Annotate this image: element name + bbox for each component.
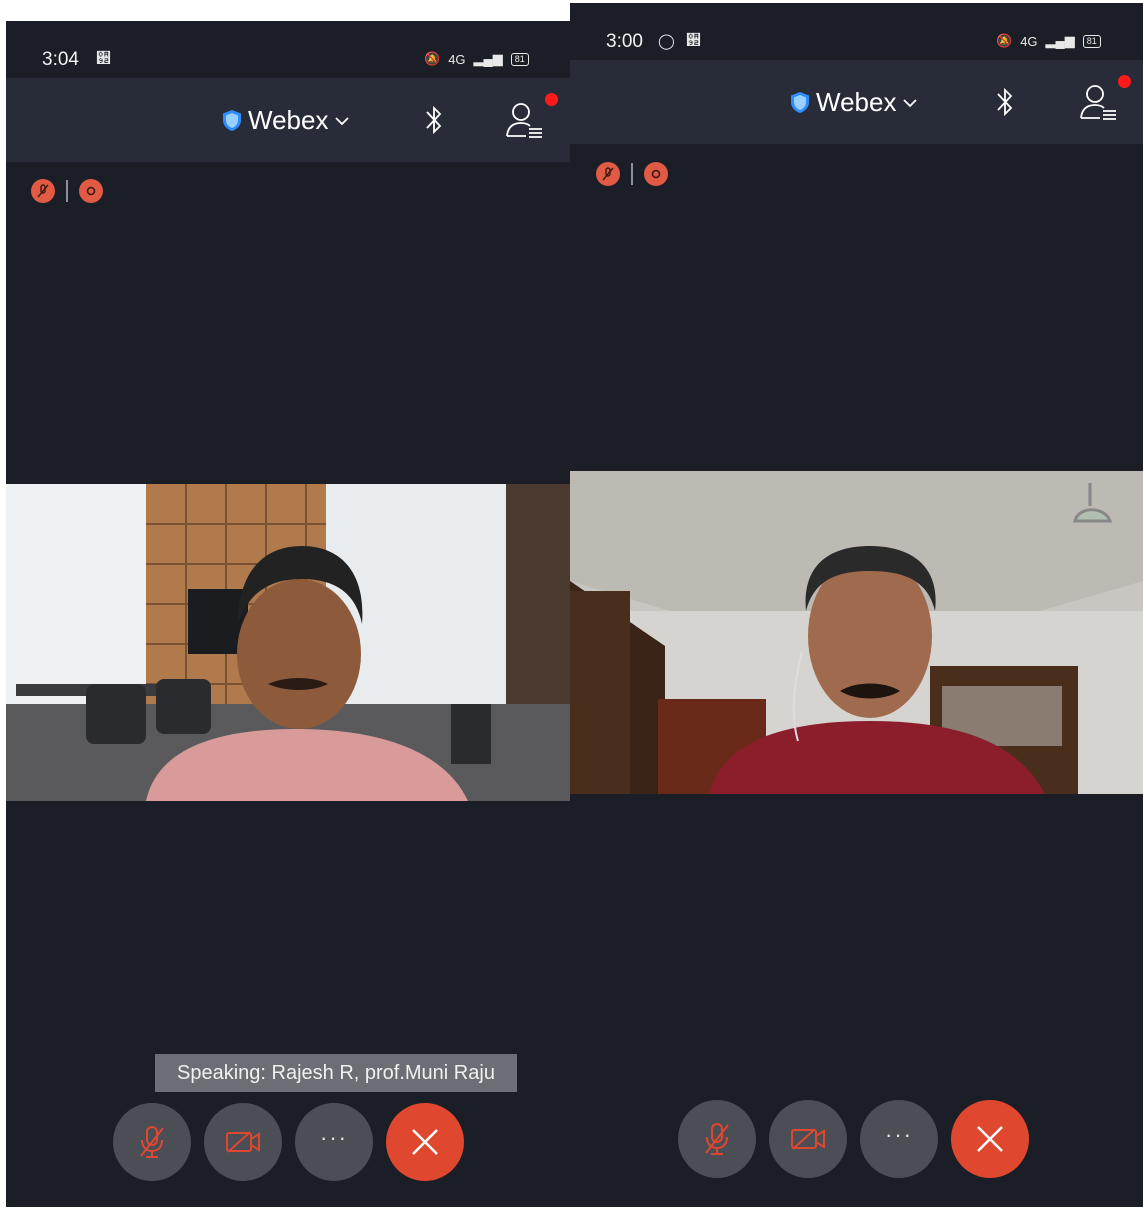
- participants-icon[interactable]: [504, 100, 546, 140]
- mute-button[interactable]: [678, 1100, 756, 1178]
- chevron-down-icon: [903, 98, 918, 107]
- network-label: 4G: [1020, 33, 1038, 49]
- mic-off-icon: [140, 1126, 164, 1158]
- right-phone-screen: 3:00 ◯ ઒ 🔕 4G ▂▄▆ 81 Webex: [570, 3, 1143, 1207]
- more-icon: ···: [885, 1122, 913, 1147]
- status-time: 3:04: [42, 49, 79, 70]
- more-button[interactable]: ···: [860, 1100, 938, 1178]
- recording-indicator-icon: [643, 162, 668, 186]
- more-button[interactable]: ···: [295, 1103, 373, 1181]
- close-icon: [977, 1126, 1003, 1152]
- webex-switcher[interactable]: Webex: [222, 105, 350, 136]
- network-label: 4G: [448, 51, 466, 67]
- status-indicators: [31, 179, 103, 203]
- more-icon: ···: [320, 1125, 348, 1150]
- chevron-down-icon: [335, 116, 350, 125]
- video-off-icon: [226, 1131, 260, 1153]
- battery-icon: 81: [510, 52, 529, 66]
- signal-icon: ▂▄▆: [473, 51, 503, 66]
- end-call-button[interactable]: [951, 1100, 1029, 1178]
- close-icon: [412, 1129, 438, 1155]
- notification-dot: [545, 93, 558, 106]
- left-phone-screen: 3:04 ઒ 🔕 4G ▂▄▆ 81 Webex: [6, 21, 570, 1207]
- mute-indicator-icon: [31, 179, 55, 203]
- status-right-icons: 🔕 4G ▂▄▆ 81: [996, 33, 1101, 49]
- app-bar: Webex: [6, 78, 570, 162]
- bluetooth-icon[interactable]: [423, 102, 445, 138]
- sync-icon: ઒: [96, 50, 111, 67]
- mute-notification-icon: 🔕: [996, 33, 1013, 48]
- video-feed: [570, 471, 1143, 794]
- notification-dot: [1118, 75, 1131, 88]
- video-button[interactable]: [769, 1100, 847, 1178]
- status-indicators: [596, 162, 668, 186]
- shield-icon: [223, 110, 241, 131]
- bluetooth-icon[interactable]: [994, 84, 1016, 120]
- call-controls: ···: [678, 1100, 1029, 1178]
- app-bar: Webex: [570, 60, 1143, 144]
- webex-switcher[interactable]: Webex: [790, 87, 918, 118]
- video-button[interactable]: [204, 1103, 282, 1181]
- brand-name: Webex: [248, 105, 329, 135]
- status-right-icons: 🔕 4G ▂▄▆ 81: [424, 51, 529, 67]
- end-call-button[interactable]: [386, 1103, 464, 1181]
- sync-icon: ઒: [686, 32, 701, 49]
- video-off-icon: [791, 1128, 825, 1150]
- call-controls: ···: [113, 1103, 464, 1181]
- video-feed: [6, 484, 570, 801]
- indicator-divider: [631, 163, 633, 185]
- indicator-divider: [66, 180, 68, 202]
- status-bar: 3:04 ઒ 🔕 4G ▂▄▆ 81: [6, 21, 570, 78]
- whatsapp-icon: ◯: [658, 33, 675, 50]
- participants-icon[interactable]: [1078, 82, 1120, 122]
- status-time: 3:00: [606, 31, 643, 52]
- signal-icon: ▂▄▆: [1045, 33, 1075, 48]
- shield-icon: [791, 92, 809, 113]
- mute-indicator-icon: [596, 162, 620, 186]
- speaking-banner: Speaking: Rajesh R, prof.Muni Raju: [155, 1054, 517, 1092]
- mic-off-icon: [705, 1123, 729, 1155]
- status-bar: 3:00 ◯ ઒ 🔕 4G ▂▄▆ 81: [570, 3, 1143, 60]
- battery-icon: 81: [1082, 34, 1101, 48]
- mute-notification-icon: 🔕: [424, 51, 441, 66]
- brand-name: Webex: [816, 87, 897, 117]
- recording-indicator-icon: [78, 179, 103, 203]
- mute-button[interactable]: [113, 1103, 191, 1181]
